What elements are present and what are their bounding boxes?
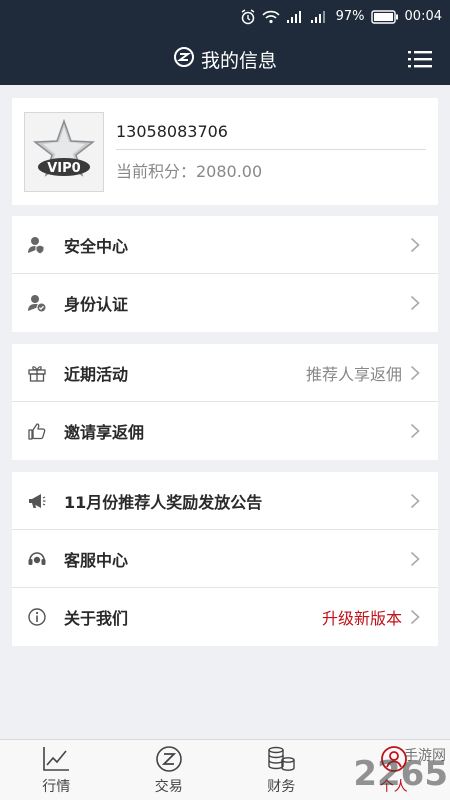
row-label: 安全中心 bbox=[64, 236, 129, 256]
chevron-right-icon bbox=[410, 237, 420, 252]
page-title: 我的信息 bbox=[200, 49, 277, 72]
row-label: 身份认证 bbox=[64, 295, 129, 314]
battery-percent: 97% bbox=[335, 9, 365, 24]
chevron-right-icon bbox=[410, 365, 420, 380]
chart-icon bbox=[41, 744, 71, 774]
verified-user-icon bbox=[26, 292, 48, 314]
battery-icon bbox=[370, 9, 399, 24]
vip-badge-text: VIP0 bbox=[47, 161, 80, 176]
row-security-center[interactable]: 安全中心 bbox=[12, 216, 438, 274]
row-recent-activities[interactable]: 近期活动 推荐人享返佣 bbox=[12, 344, 438, 402]
row-label: 邀请享返佣 bbox=[64, 423, 145, 442]
chevron-right-icon bbox=[410, 609, 420, 625]
tab-label: 行情 bbox=[42, 779, 71, 795]
clock: 00:04 bbox=[404, 9, 442, 24]
info-icon bbox=[26, 606, 48, 628]
signal-2g-icon bbox=[310, 10, 328, 24]
row-customer-service[interactable]: 客服中心 bbox=[12, 530, 438, 588]
alarm-icon bbox=[240, 8, 256, 25]
chevron-right-icon bbox=[410, 295, 420, 311]
signal-3g-icon bbox=[286, 10, 304, 24]
row-label: 近期活动 bbox=[64, 364, 129, 384]
promotion-group: 近期活动 推荐人享返佣 邀请享返佣 bbox=[12, 344, 438, 460]
row-label: 客服中心 bbox=[64, 550, 129, 570]
row-label: 11月份推荐人奖励发放公告 bbox=[64, 492, 263, 512]
list-menu-icon[interactable] bbox=[408, 48, 432, 70]
thumbs-up-icon bbox=[26, 420, 48, 442]
row-announcement[interactable]: 11月份推荐人奖励发放公告 bbox=[12, 472, 438, 530]
chevron-right-icon bbox=[410, 423, 420, 439]
tab-market[interactable]: 行情 bbox=[0, 740, 113, 800]
exchange-icon bbox=[154, 744, 184, 774]
tab-finance[interactable]: 财务 bbox=[225, 740, 338, 800]
shield-user-icon bbox=[26, 234, 48, 256]
upgrade-version-link[interactable]: 升级新版本 bbox=[322, 605, 402, 629]
megaphone-icon bbox=[26, 490, 48, 512]
coins-icon bbox=[266, 744, 296, 774]
watermark-logo: 2265 bbox=[353, 754, 448, 794]
phone-number: 13058083706 bbox=[116, 122, 426, 150]
info-group: 11月份推荐人奖励发放公告 客服中心 关于我们 升级新版本 bbox=[12, 472, 438, 646]
profile-card[interactable]: VIP0 13058083706 当前积分：2080.00 bbox=[12, 98, 438, 205]
row-about-us[interactable]: 关于我们 升级新版本 bbox=[12, 588, 438, 646]
row-identity-verification[interactable]: 身份认证 bbox=[12, 274, 438, 332]
gift-icon bbox=[26, 362, 48, 384]
status-bar: 97% 00:04 bbox=[0, 0, 450, 33]
tab-label: 财务 bbox=[267, 779, 296, 795]
security-group: 安全中心 身份认证 bbox=[12, 216, 438, 332]
points-label: 当前积分：2080.00 bbox=[116, 161, 263, 181]
avatar[interactable]: VIP0 bbox=[24, 111, 104, 192]
chevron-right-icon bbox=[410, 493, 420, 508]
row-label: 关于我们 bbox=[64, 609, 129, 628]
tab-label: 交易 bbox=[154, 779, 183, 795]
chevron-right-icon bbox=[410, 551, 420, 566]
headset-icon bbox=[26, 548, 48, 570]
header: 我的信息 bbox=[0, 33, 450, 85]
row-invite-rebate[interactable]: 邀请享返佣 bbox=[12, 402, 438, 460]
tab-trade[interactable]: 交易 bbox=[113, 740, 226, 800]
wifi-icon bbox=[262, 10, 280, 24]
app-logo-icon bbox=[173, 46, 195, 72]
row-right-text: 推荐人享返佣 bbox=[305, 364, 402, 384]
